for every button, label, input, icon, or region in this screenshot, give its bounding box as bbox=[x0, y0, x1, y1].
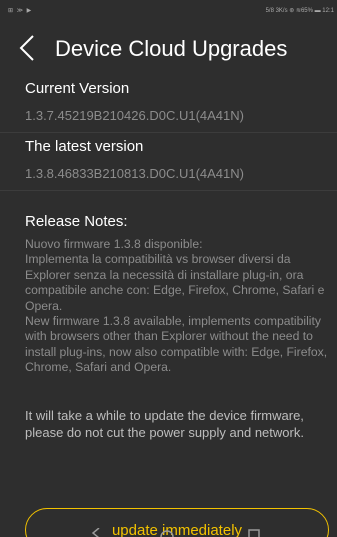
circle-home-icon[interactable] bbox=[160, 528, 174, 537]
status-left-icons: ⊞ ≫ ▶ bbox=[8, 8, 33, 14]
status-right-info: 5/8 3K/s ⊛ ≋65% ▬ 12:1 bbox=[265, 8, 334, 14]
latest-version-value: 1.3.8.46833B210813.D0C.U1(4A41N) bbox=[25, 166, 244, 181]
divider bbox=[0, 132, 337, 133]
page-title: Device Cloud Upgrades bbox=[55, 36, 288, 61]
status-bar: ⊞ ≫ ▶ 5/8 3K/s ⊛ ≋65% ▬ 12:1 bbox=[0, 0, 337, 22]
release-notes-text: Nuovo firmware 1.3.8 disponible: Impleme… bbox=[25, 237, 328, 375]
current-version-label: Current Version bbox=[25, 80, 130, 97]
current-version-section: Current Version 1.3.7.45219B210426.D0C.U… bbox=[0, 74, 337, 134]
triangle-back-icon[interactable] bbox=[90, 528, 102, 537]
release-notes-section: Release Notes: Nuovo firmware 1.3.8 disp… bbox=[0, 191, 337, 486]
current-version-value: 1.3.7.45219B210426.D0C.U1(4A41N) bbox=[25, 108, 244, 123]
square-recents-icon[interactable] bbox=[248, 528, 260, 537]
update-warning-text: It will take a while to update the devic… bbox=[25, 408, 304, 440]
header: Device Cloud Upgrades bbox=[0, 22, 337, 74]
latest-version-label: The latest version bbox=[25, 138, 144, 155]
release-notes-title: Release Notes: bbox=[25, 213, 128, 230]
latest-version-section: The latest version 1.3.8.46833B210813.D0… bbox=[0, 134, 337, 190]
navigation-bar bbox=[0, 528, 337, 537]
chevron-left-icon[interactable] bbox=[18, 33, 36, 63]
